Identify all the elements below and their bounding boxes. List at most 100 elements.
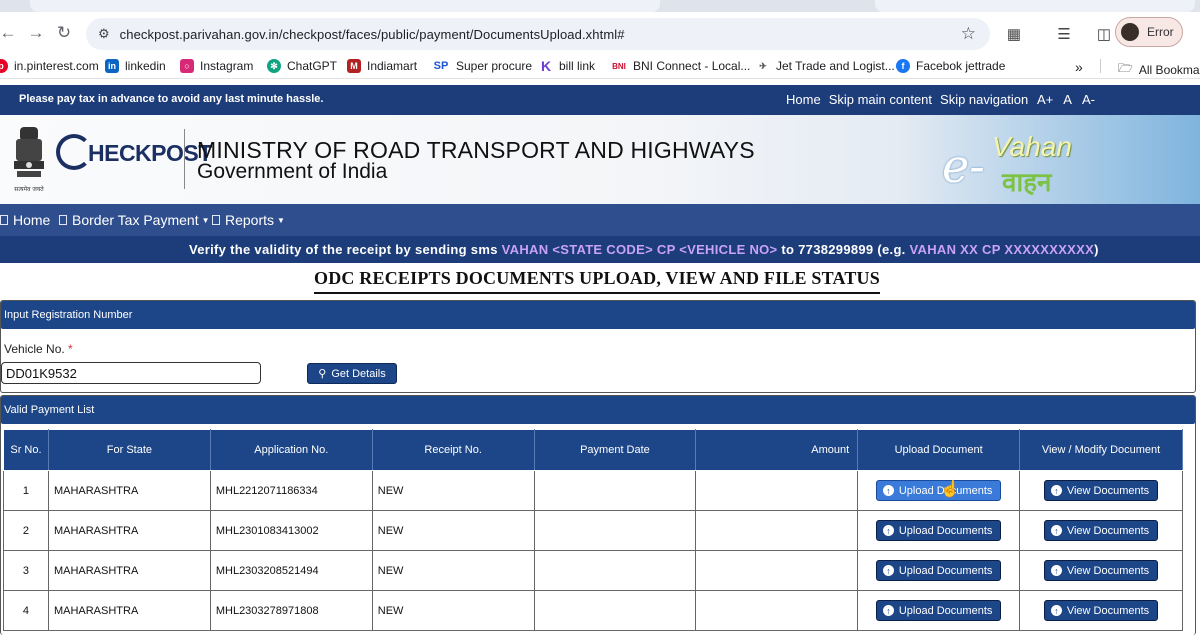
bookmark-facebook[interactable]: f Facebok jettrade <box>896 59 1005 73</box>
bookmarks-divider <box>1100 59 1101 73</box>
col-state: For State <box>47 429 211 471</box>
panel-heading: Input Registration Number <box>1 301 1195 329</box>
bookmark-indiamart[interactable]: M Indiamart <box>347 59 417 73</box>
bookmark-bni[interactable]: BNI BNI Connect - Local... <box>611 59 750 73</box>
site-banner: सत्यमेव जयते HECKPOST MINISTRY OF ROAD T… <box>0 115 1200 204</box>
more-bookmarks-chevron-icon[interactable]: » <box>1075 59 1083 75</box>
view-arrow-icon: ↑ <box>1050 525 1062 536</box>
table-row: 4 MAHARASHTRA MHL2303278971808 NEW ↑ Uplo… <box>3 590 1183 631</box>
payment-table: Sr No. For State Application No. Receipt… <box>3 429 1183 631</box>
view-documents-button[interactable]: ↑ View Documents <box>1043 560 1159 581</box>
view-arrow-icon: ↑ <box>1050 565 1062 576</box>
bookmark-instagram[interactable]: ○ Instagram <box>180 59 253 73</box>
checkpost-logo: HECKPOST <box>56 134 212 173</box>
panel-heading: Valid Payment List <box>1 396 1195 424</box>
upload-arrow-icon: ↑ <box>882 525 894 536</box>
national-emblem-icon: सत्यमेव जयते <box>14 127 44 193</box>
url-text: checkpost.parivahan.gov.in/checkpost/fac… <box>119 26 625 42</box>
table-header-row: Sr No. For State Application No. Receipt… <box>3 429 1183 471</box>
chatgpt-icon: ✻ <box>267 59 281 73</box>
bookmark-linkedin[interactable]: in linkedin <box>105 59 166 73</box>
forward-icon[interactable]: → <box>22 19 50 47</box>
menu-reports[interactable]: Reports ▼ <box>212 212 285 228</box>
pinterest-icon: p <box>0 59 8 73</box>
col-receipt: Receipt No. <box>371 429 535 471</box>
superprocure-icon: SP <box>432 59 450 73</box>
media-icon[interactable]: ☰ <box>1050 22 1078 46</box>
col-view: View / Modify Document <box>1019 429 1183 471</box>
vehicle-no-label: Vehicle No. * <box>4 342 73 356</box>
bookmark-jettrade[interactable]: ✈ Jet Trade and Logist... <box>756 59 895 73</box>
caret-down-icon: ▼ <box>201 215 210 225</box>
menu-border-tax[interactable]: Border Tax Payment ▼ <box>59 212 210 228</box>
skip-nav-link[interactable]: Skip navigation <box>940 92 1028 107</box>
valid-payment-panel: Valid Payment List Sr No. For State Appl… <box>0 395 1196 635</box>
folder-icon: 🗁 <box>1118 61 1133 75</box>
evahan-logo: e- Vahan वाहन <box>942 131 1072 197</box>
upload-arrow-icon: ↑ <box>882 485 894 496</box>
view-arrow-icon: ↑ <box>1050 605 1062 616</box>
bookmark-superprocure[interactable]: SP Super procure <box>432 59 532 73</box>
get-details-button[interactable]: ⚲ Get Details <box>307 363 397 384</box>
tab-strip <box>0 0 1200 12</box>
indiamart-icon: M <box>347 59 361 73</box>
omnibar: ← → ↻ ⚙ checkpost.parivahan.gov.in/check… <box>0 12 1200 54</box>
upload-documents-button[interactable]: ↑ Upload Documents <box>875 480 1002 501</box>
back-icon[interactable]: ← <box>0 19 22 47</box>
col-payment-date: Payment Date <box>533 429 697 471</box>
site-topbar: Please pay tax in advance to avoid any l… <box>0 85 1200 115</box>
view-arrow-icon: ↑ <box>1050 485 1062 496</box>
hand-cursor-icon: ☝ <box>940 481 960 498</box>
upload-documents-button[interactable]: ↑ Upload Documents <box>875 600 1002 621</box>
browser-tab[interactable] <box>30 0 660 12</box>
view-documents-button[interactable]: ↑ View Documents <box>1043 520 1159 541</box>
bookmarks-bar: p in.pinterest.com in linkedin ○ Instagram … <box>0 54 1200 79</box>
vehicle-no-input[interactable] <box>1 362 261 384</box>
upload-arrow-icon: ↑ <box>882 565 894 576</box>
bookmark-billlink[interactable]: Kbill link <box>539 58 595 74</box>
col-amount: Amount <box>695 429 859 471</box>
upload-documents-button[interactable]: ↑ Upload Documents <box>875 560 1002 581</box>
font-increase-button[interactable]: A+ <box>1037 92 1053 107</box>
avatar <box>1121 23 1139 41</box>
page-title: ODC RECEIPTS DOCUMENTS UPLOAD, VIEW AND … <box>314 268 880 294</box>
input-registration-panel: Input Registration Number Vehicle No. * … <box>0 300 1196 393</box>
linkedin-icon: in <box>105 59 119 73</box>
divider <box>184 129 185 189</box>
home-link[interactable]: Home <box>786 92 821 107</box>
facebook-icon: f <box>896 59 910 73</box>
browser-tab[interactable] <box>875 0 1195 12</box>
skip-main-link[interactable]: Skip main content <box>829 92 932 107</box>
address-bar[interactable]: ⚙ checkpost.parivahan.gov.in/checkpost/f… <box>86 18 990 50</box>
bni-icon: BNI <box>611 59 627 73</box>
sidepanel-icon[interactable]: ◫ <box>1090 22 1118 46</box>
extensions-icon[interactable]: ▦ <box>1000 22 1028 46</box>
reload-icon[interactable]: ↻ <box>50 19 78 47</box>
col-sr: Sr No. <box>3 429 49 471</box>
table-row: 1 MAHARASHTRA MHL2212071186334 NEW ↑ Uplo… <box>3 470 1183 511</box>
site-info-icon[interactable]: ⚙ <box>98 26 110 42</box>
instagram-icon: ○ <box>180 59 194 73</box>
billlink-icon: K <box>539 58 553 74</box>
table-row: 3 MAHARASHTRA MHL2303208521494 NEW ↑ Uplo… <box>3 550 1183 591</box>
government-subtitle: Government of India <box>197 160 388 183</box>
font-decrease-button[interactable]: A- <box>1082 92 1095 107</box>
table-row: 2 MAHARASHTRA MHL2301083413002 NEW ↑ Uplo… <box>3 510 1183 551</box>
upload-arrow-icon: ↑ <box>882 605 894 616</box>
bookmark-chatgpt[interactable]: ✻ ChatGPT <box>267 59 337 73</box>
profile-error-button[interactable]: Error <box>1115 17 1183 47</box>
svg-text:सत्यमेव जयते: सत्यमेव जयते <box>14 185 44 193</box>
all-bookmarks[interactable]: 🗁 All Bookmar <box>1118 59 1200 80</box>
view-documents-button[interactable]: ↑ View Documents <box>1043 480 1159 501</box>
sms-verify-bar: Verify the validity of the receipt by se… <box>0 236 1200 263</box>
main-menu: Home Border Tax Payment ▼ Reports ▼ <box>0 204 1200 236</box>
caret-down-icon: ▼ <box>277 215 285 225</box>
bookmark-star-icon[interactable]: ☆ <box>961 24 976 44</box>
menu-home[interactable]: Home <box>0 212 50 228</box>
col-upload: Upload Document <box>857 429 1021 471</box>
upload-documents-button[interactable]: ↑ Upload Documents <box>875 520 1002 541</box>
bookmark-pinterest[interactable]: p in.pinterest.com <box>0 59 99 73</box>
view-documents-button[interactable]: ↑ View Documents <box>1043 600 1159 621</box>
col-application: Application No. <box>209 429 373 471</box>
font-normal-button[interactable]: A <box>1063 92 1072 107</box>
